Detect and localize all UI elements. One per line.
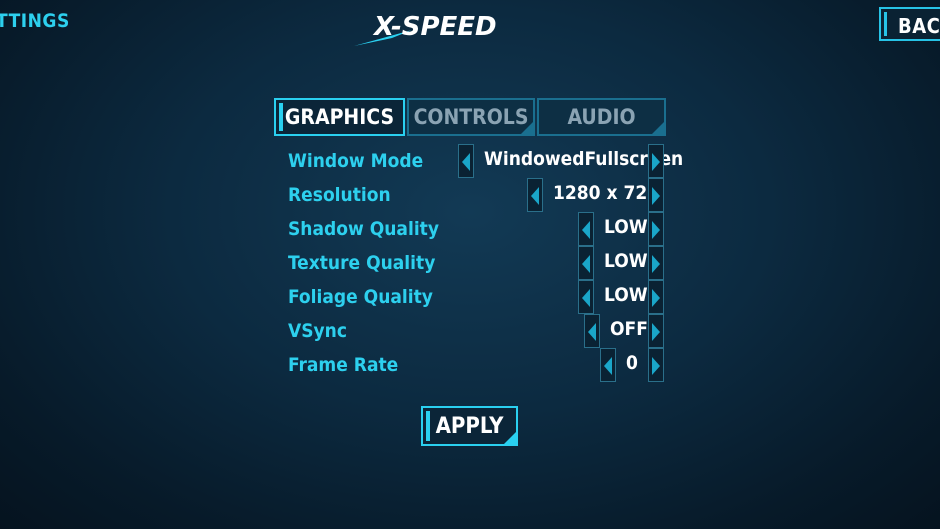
chevron-left-icon [531,187,539,205]
setting-value: LOW [604,250,648,272]
chevron-right-icon [652,357,660,375]
back-button[interactable]: BACK [879,7,940,41]
setting-value: LOW [604,284,648,306]
setting-value: 1280 x 720 [553,182,660,204]
previous-arrow-button[interactable] [527,178,543,212]
next-arrow-button[interactable] [648,280,664,314]
chevron-right-icon [652,323,660,341]
previous-arrow-button[interactable] [578,212,594,246]
x-speed-logo: X-SPEED [354,12,497,46]
next-arrow-button[interactable] [648,314,664,348]
tab-graphics[interactable]: GRAPHICS [274,98,405,136]
chevron-left-icon [588,323,596,341]
resolution-selector: 1280 x 720 [527,178,664,212]
tab-bar: GRAPHICS CONTROLS AUDIO [274,98,666,138]
chevron-right-icon [652,221,660,239]
previous-arrow-button[interactable] [600,348,616,382]
window-mode-selector: WindowedFullscreen [458,144,683,178]
setting-row-resolution: Resolution 1280 x 720 [274,178,666,212]
chevron-right-icon [652,255,660,273]
previous-arrow-button[interactable] [578,246,594,280]
frame-rate-selector: 0 [600,348,664,382]
next-arrow-button[interactable] [648,144,664,178]
setting-row-frame-rate: Frame Rate 0 [274,348,666,382]
setting-label: Foliage Quality [288,286,433,308]
apply-button-label: APPLY [435,414,504,439]
tab-controls-label: CONTROLS [413,105,529,129]
tab-graphics-label: GRAPHICS [284,105,395,129]
setting-label: Resolution [288,184,391,206]
chevron-right-icon [652,153,660,171]
tab-corner [521,122,533,134]
next-arrow-button[interactable] [648,212,664,246]
settings-panel: GRAPHICS CONTROLS AUDIO Window Mode Wind… [274,98,683,383]
setting-label: Texture Quality [288,252,436,274]
page-title: TTINGS [0,10,70,32]
setting-row-texture-quality: Texture Quality LOW [274,246,666,280]
shadow-quality-selector: LOW [578,212,664,246]
setting-label: Window Mode [288,150,424,172]
chevron-left-icon [582,255,590,273]
setting-value: 0 [626,352,638,374]
setting-label: VSync [288,320,347,342]
chevron-left-icon [462,153,470,171]
next-arrow-button[interactable] [648,348,664,382]
setting-row-window-mode: Window Mode WindowedFullscreen [274,144,683,178]
chevron-left-icon [604,357,612,375]
previous-arrow-button[interactable] [584,314,600,348]
setting-value: LOW [604,216,648,238]
vsync-selector: OFF [584,314,664,348]
previous-arrow-button[interactable] [458,144,474,178]
texture-quality-selector: LOW [578,246,664,280]
tab-audio-label: AUDIO [567,105,636,129]
button-corner [504,432,516,444]
setting-label: Shadow Quality [288,218,439,240]
chevron-left-icon [582,221,590,239]
setting-row-vsync: VSync OFF [274,314,666,348]
next-arrow-button[interactable] [648,178,664,212]
tab-audio[interactable]: AUDIO [537,98,666,136]
logo-x: X-SPEED [372,12,497,42]
setting-value: OFF [610,318,648,340]
chevron-left-icon [582,289,590,307]
setting-row-foliage-quality: Foliage Quality LOW [274,280,666,314]
previous-arrow-button[interactable] [578,280,594,314]
chevron-right-icon [652,187,660,205]
setting-label: Frame Rate [288,354,399,376]
chevron-right-icon [652,289,660,307]
foliage-quality-selector: LOW [578,280,664,314]
tab-corner [652,122,664,134]
tab-controls[interactable]: CONTROLS [407,98,535,136]
apply-button[interactable]: APPLY [421,406,518,446]
setting-row-shadow-quality: Shadow Quality LOW [274,212,666,246]
next-arrow-button[interactable] [648,246,664,280]
